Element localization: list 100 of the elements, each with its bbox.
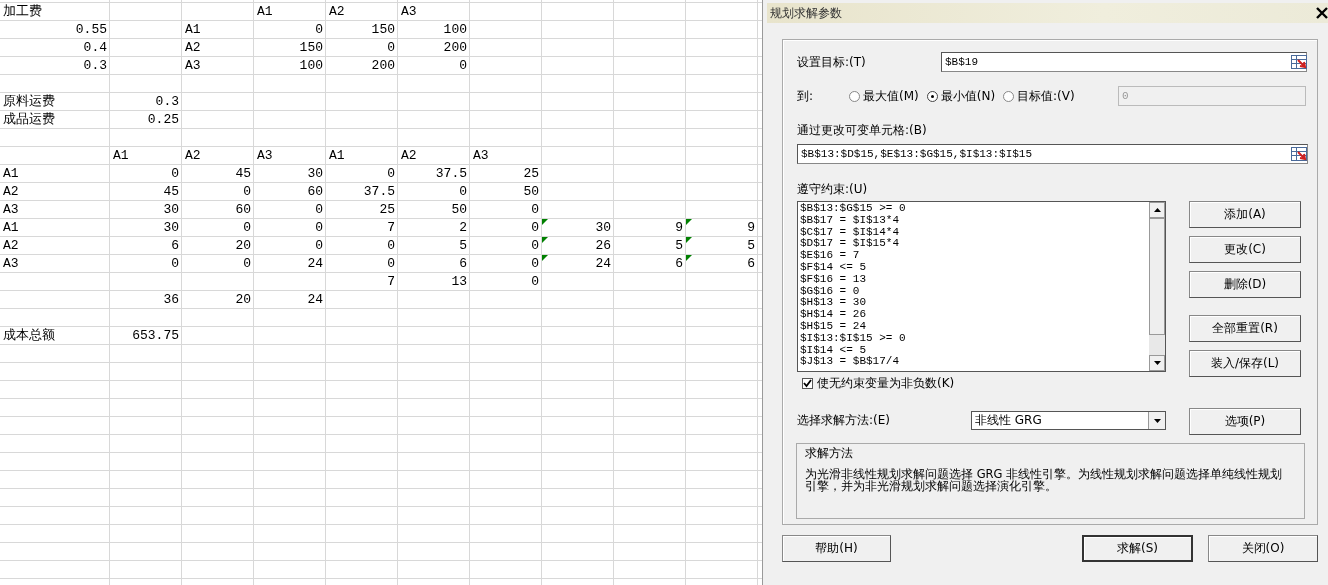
table-cell-text: 7 — [386, 219, 396, 236]
table-cell-text: 0.3 — [154, 93, 180, 110]
table-cell-text: 0 — [170, 165, 180, 182]
table-cell-text: A1 — [184, 21, 202, 38]
checkmark-icon — [803, 379, 812, 388]
table-cell-text: 成品运费 — [2, 111, 56, 128]
constraint-item[interactable]: $B$13:$G$15 >= 0 — [800, 203, 1147, 215]
objective-field[interactable]: $B$19 — [941, 52, 1307, 72]
table-cell-text: 50 — [522, 183, 540, 200]
table-cell-text: 100 — [298, 57, 324, 74]
table-cell-text: 2 — [458, 219, 468, 236]
table-cell-text: A2 — [184, 39, 202, 56]
constraint-item[interactable]: $J$13 = $B$17/4 — [800, 356, 1147, 369]
table-cell-text: 0 — [386, 39, 396, 56]
table-cell-text: A1 — [2, 219, 20, 236]
table-cell-text: A2 — [328, 3, 346, 20]
options-button[interactable]: 选项(P) — [1189, 408, 1301, 435]
table-cell-text: 24 — [594, 255, 612, 272]
table-cell-text: 0 — [314, 21, 324, 38]
table-cell-text: A1 — [112, 147, 130, 164]
caret-down-icon — [1153, 361, 1161, 365]
dialog-button[interactable]: 删除(D) — [1189, 271, 1301, 298]
table-cell-text: A1 — [2, 165, 20, 182]
constraint-item[interactable]: $D$17 = $I$15*4 — [800, 238, 1147, 251]
constraint-item[interactable]: $F$14 <= 5 — [800, 262, 1147, 274]
table-cell-text: 150 — [370, 21, 396, 38]
table-cell-text: 37.5 — [434, 165, 468, 182]
table-cell-text: 26 — [594, 237, 612, 254]
constraint-item[interactable]: $I$14 <= 5 — [800, 344, 1147, 357]
table-cell-text: A2 — [400, 147, 418, 164]
constraint-item[interactable]: $H$14 = 26 — [800, 309, 1147, 321]
cell-picker-icon[interactable] — [1291, 55, 1307, 69]
table-cell-text: A3 — [256, 147, 274, 164]
method-dropdown[interactable]: 非线性 GRG — [971, 411, 1166, 430]
table-cell-text: 200 — [370, 57, 396, 74]
table-cell-text: 653.75 — [131, 327, 180, 344]
table-cell-text: 0 — [530, 237, 540, 254]
table-cell-text: 20 — [234, 291, 252, 308]
table-cell-text: A3 — [2, 201, 20, 218]
constraint-item[interactable]: $F$16 = 13 — [800, 273, 1147, 286]
constraint-item[interactable]: $I$13:$I$15 >= 0 — [800, 332, 1147, 345]
table-cell-text: 0 — [314, 201, 324, 218]
changing-cells-label: 通过更改可变单元格:(B) — [797, 122, 928, 139]
dialog-button[interactable]: 求解(S) — [1082, 535, 1193, 562]
cell-picker-icon[interactable] — [1291, 147, 1307, 161]
table-cell-text: A2 — [2, 237, 20, 254]
table-cell-text: 0 — [242, 219, 252, 236]
dialog-button[interactable]: 帮助(H) — [782, 535, 891, 562]
table-cell-text: 0.4 — [82, 39, 108, 56]
changing-cells-field[interactable]: $B$13:$D$15,$E$13:$G$15,$I$13:$I$15 — [797, 144, 1308, 164]
table-cell-text: 24 — [306, 291, 324, 308]
dialog-button[interactable]: 关闭(O) — [1208, 535, 1318, 562]
close-icon[interactable] — [1316, 7, 1328, 19]
constraints-label: 遵守约束:(U) — [797, 181, 869, 198]
table-cell-text: 0 — [170, 255, 180, 272]
method-label: 选择求解方法:(E) — [797, 412, 891, 429]
table-cell-text: 60 — [234, 201, 252, 218]
table-cell-text: A1 — [328, 147, 346, 164]
scrollbar-thumb[interactable] — [1149, 218, 1165, 335]
constraint-item[interactable]: $H$13 = 30 — [800, 297, 1147, 310]
dialog-button[interactable]: 添加(A) — [1189, 201, 1301, 228]
constraint-item[interactable]: $C$17 = $I$14*4 — [800, 226, 1147, 239]
table-cell-text: 50 — [450, 201, 468, 218]
nonnegative-checkbox[interactable]: 使无约束变量为非负数(K) — [802, 375, 1189, 392]
constraint-item[interactable]: $G$16 = 0 — [800, 285, 1147, 298]
table-cell-text: 0.55 — [74, 21, 108, 38]
scroll-down-button[interactable] — [1149, 355, 1165, 371]
table-cell-text: 0 — [530, 219, 540, 236]
table-cell-text: 5 — [458, 237, 468, 254]
group-title: 求解方法 — [805, 445, 854, 462]
table-cell-text: 0 — [458, 183, 468, 200]
table-cell-text: 5 — [674, 237, 684, 254]
caret-down-icon — [1153, 418, 1161, 423]
dialog-button[interactable]: 全部重置(R) — [1189, 315, 1301, 342]
table-cell-text: 60 — [306, 183, 324, 200]
table-cell-text: 150 — [298, 39, 324, 56]
table-cell-text: A3 — [400, 3, 418, 20]
table-cell-text: 30 — [594, 219, 612, 236]
dialog-button[interactable]: 装入/保存(L) — [1189, 350, 1301, 377]
window-title: 规划求解参数 — [770, 4, 842, 22]
scroll-up-button[interactable] — [1149, 202, 1165, 218]
table-cell-text: A2 — [2, 183, 20, 200]
table-cell-text: 0 — [314, 219, 324, 236]
table-cell-text: A1 — [256, 3, 274, 20]
table-cell-text: 25 — [378, 201, 396, 218]
constraint-item[interactable]: $H$15 = 24 — [800, 320, 1147, 333]
table-cell-text: 0 — [386, 237, 396, 254]
table-cell-text: 9 — [674, 219, 684, 236]
table-cell-text: 6 — [458, 255, 468, 272]
table-cell-text: 0 — [242, 183, 252, 200]
dialog-button[interactable]: 更改(C) — [1189, 236, 1301, 263]
constraint-item[interactable]: $B$17 = $I$13*4 — [800, 214, 1147, 227]
constraint-item[interactable]: $E$16 = 7 — [800, 250, 1147, 262]
table-cell-text: 25 — [522, 165, 540, 182]
table-cell-text: 0 — [314, 237, 324, 254]
table-cell-text: 30 — [162, 201, 180, 218]
table-cell-text: 0 — [386, 165, 396, 182]
table-cell-text: A3 — [472, 147, 490, 164]
table-cell-text: 37.5 — [362, 183, 396, 200]
table-cell-text: 原料运费 — [2, 93, 56, 110]
